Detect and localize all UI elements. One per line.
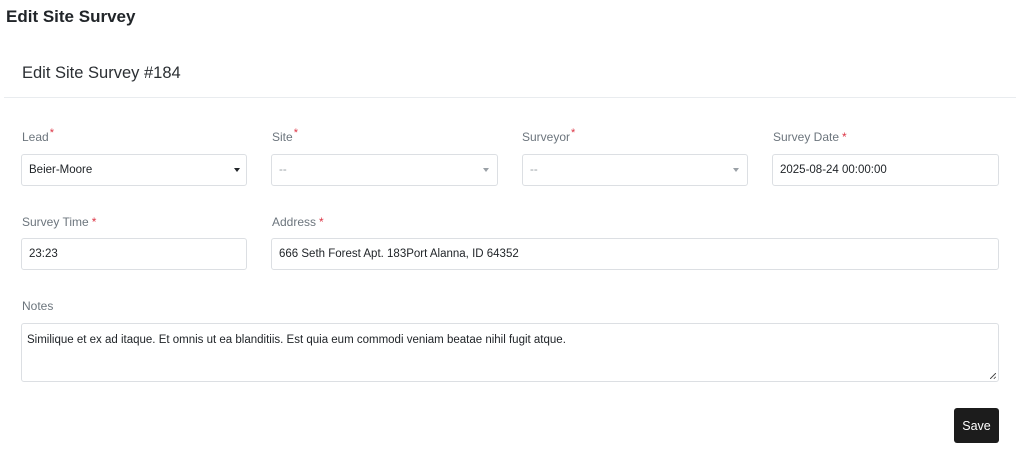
- notes-value: Similique et ex ad itaque. Et omnis ut e…: [27, 334, 566, 346]
- survey-date-label: Survey Date *: [773, 130, 847, 144]
- page-heading: Edit Site Survey: [6, 7, 136, 26]
- card-divider: [4, 97, 1016, 98]
- surveyor-select-value: --: [530, 164, 538, 176]
- caret-down-icon: [234, 168, 240, 172]
- lead-label: Lead*: [22, 127, 54, 144]
- address-label: Address *: [272, 215, 324, 229]
- lead-select-value: Beier-Moore: [29, 164, 93, 176]
- required-mark: *: [91, 215, 97, 229]
- surveyor-select[interactable]: --: [522, 154, 748, 186]
- required-mark: *: [571, 127, 576, 139]
- resize-handle-icon[interactable]: [990, 373, 996, 379]
- lead-select[interactable]: Beier-Moore: [21, 154, 247, 186]
- card-title: Edit Site Survey #184: [22, 64, 181, 82]
- survey-time-value: 23:23: [29, 248, 58, 260]
- survey-time-input[interactable]: 23:23: [21, 238, 247, 270]
- required-mark: *: [842, 130, 847, 144]
- notes-label: Notes: [22, 299, 54, 313]
- address-input[interactable]: 666 Seth Forest Apt. 183Port Alanna, ID …: [271, 238, 999, 270]
- address-value: 666 Seth Forest Apt. 183Port Alanna, ID …: [279, 248, 519, 260]
- required-mark: *: [293, 127, 298, 139]
- required-mark: *: [49, 127, 54, 139]
- notes-textarea[interactable]: Similique et ex ad itaque. Et omnis ut e…: [21, 323, 999, 382]
- caret-down-icon: [733, 168, 739, 172]
- site-select[interactable]: --: [271, 154, 498, 186]
- site-label: Site*: [272, 127, 298, 144]
- surveyor-label: Surveyor*: [522, 127, 576, 144]
- required-mark: *: [319, 215, 324, 229]
- save-button[interactable]: Save: [954, 408, 999, 443]
- survey-time-label: Survey Time *: [22, 215, 97, 229]
- caret-down-icon: [483, 168, 489, 172]
- survey-date-value: 2025-08-24 00:00:00: [780, 164, 887, 176]
- survey-date-input[interactable]: 2025-08-24 00:00:00: [772, 154, 999, 186]
- site-select-value: --: [279, 164, 287, 176]
